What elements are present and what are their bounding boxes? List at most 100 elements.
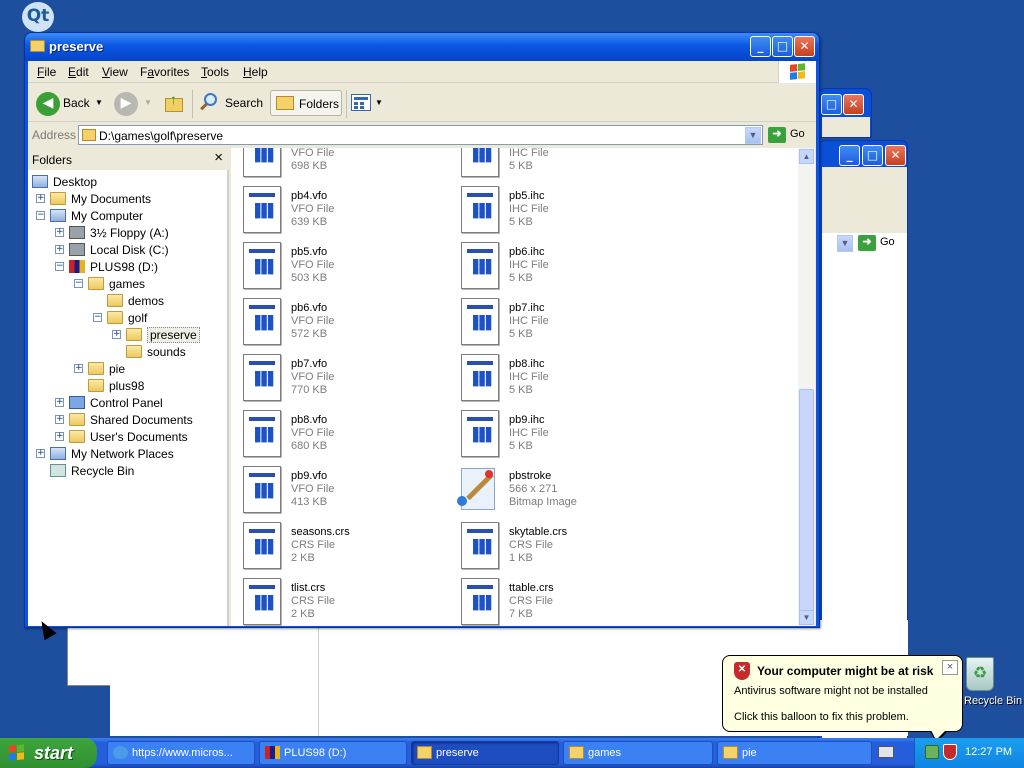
menu-file[interactable]: File: [37, 65, 56, 79]
menu-edit[interactable]: Edit: [68, 65, 89, 79]
file-item[interactable]: ■■■ ■■■ ■■■ pb9.ihc IHC File 5 KB: [451, 410, 661, 462]
file-item[interactable]: ■■■ ■■■ ■■■ VFO File 698 KB: [233, 148, 443, 182]
back-arrow-icon[interactable]: ◀: [36, 92, 60, 116]
taskbar-button[interactable]: preserve: [411, 741, 559, 765]
vertical-scrollbar[interactable]: ▲ ▼: [798, 148, 815, 626]
file-item[interactable]: ■■■ ■■■ ■■■ seasons.crs CRS File 2 KB: [233, 522, 443, 574]
tree-node[interactable]: + My Network Places: [28, 446, 228, 462]
background-window-1[interactable]: □ ✕: [818, 88, 872, 138]
menu-help[interactable]: Help: [243, 65, 268, 79]
scroll-thumb[interactable]: [799, 389, 814, 611]
file-item[interactable]: ■■■ ■■■ ■■■ pb8.ihc IHC File 5 KB: [451, 354, 661, 406]
file-item[interactable]: ■■■ ■■■ ■■■ pb9.vfo VFO File 413 KB: [233, 466, 443, 518]
tree-node[interactable]: + My Documents: [28, 191, 228, 207]
title-bar[interactable]: preserve _ □ ✕: [25, 33, 819, 61]
file-item[interactable]: ■■■ ■■■ ■■■ pb5.vfo VFO File 503 KB: [233, 242, 443, 294]
maximize-button[interactable]: □: [772, 36, 793, 57]
scroll-up-icon[interactable]: ▲: [799, 149, 814, 164]
scroll-down-icon[interactable]: ▼: [799, 610, 814, 625]
tree-node[interactable]: + Control Panel: [28, 395, 228, 411]
expand-icon[interactable]: +: [112, 330, 121, 339]
file-item[interactable]: ■■■ ■■■ ■■■ pb8.vfo VFO File 680 KB: [233, 410, 443, 462]
file-item[interactable]: ■■■ ■■■ ■■■ pb5.ihc IHC File 5 KB: [451, 186, 661, 238]
tree-node[interactable]: + Shared Documents: [28, 412, 228, 428]
security-alert-tray-icon[interactable]: [943, 744, 957, 760]
file-item[interactable]: ■■■ ■■■ ■■■ tlist.crs CRS File 2 KB: [233, 578, 443, 626]
folders-button[interactable]: Folders: [270, 90, 342, 116]
bg1-maximize-button[interactable]: □: [821, 94, 842, 115]
tree-node[interactable]: demos: [28, 293, 228, 309]
collapse-icon[interactable]: −: [36, 211, 45, 220]
desktop-recycle-bin[interactable]: ♻ Recycle Bin: [960, 655, 1022, 715]
file-item[interactable]: ■■■ ■■■ ■■■ skytable.crs CRS File 1 KB: [451, 522, 661, 574]
tree-node[interactable]: sounds: [28, 344, 228, 360]
balloon-action-text[interactable]: Click this balloon to fix this problem.: [734, 711, 909, 723]
collapse-icon[interactable]: −: [93, 313, 102, 322]
tree-node[interactable]: − golf: [28, 310, 228, 326]
close-button[interactable]: ✕: [794, 36, 815, 57]
file-item[interactable]: pbstroke 566 x 271 Bitmap Image: [451, 466, 661, 518]
tree-node[interactable]: Recycle Bin: [28, 463, 228, 479]
explorer-window[interactable]: preserve _ □ ✕ File Edit View Favorites …: [24, 32, 820, 628]
file-item[interactable]: ■■■ ■■■ ■■■ pb6.vfo VFO File 572 KB: [233, 298, 443, 350]
collapse-icon[interactable]: −: [55, 262, 64, 271]
expand-icon[interactable]: +: [55, 228, 64, 237]
forward-dropdown-icon[interactable]: ▼: [144, 90, 152, 116]
forward-arrow-icon[interactable]: ▶: [114, 92, 138, 116]
taskbar-button[interactable]: pie: [717, 741, 872, 765]
tree-node[interactable]: plus98: [28, 378, 228, 394]
search-button[interactable]: Search: [225, 90, 263, 116]
file-item[interactable]: ■■■ ■■■ ■■■ pb7.vfo VFO File 770 KB: [233, 354, 443, 406]
file-item[interactable]: ■■■ ■■■ ■■■ IHC File 5 KB: [451, 148, 661, 182]
tree-node[interactable]: − games: [28, 276, 228, 292]
go-button[interactable]: ➜ Go: [768, 127, 805, 143]
address-dropdown-icon[interactable]: ▼: [745, 127, 761, 144]
menu-view[interactable]: View: [102, 65, 128, 79]
clock[interactable]: 12:27 PM: [965, 746, 1012, 758]
bg1-close-button[interactable]: ✕: [843, 94, 864, 115]
expand-icon[interactable]: +: [74, 364, 83, 373]
tree-node[interactable]: + User's Documents: [28, 429, 228, 445]
expand-icon[interactable]: +: [55, 415, 64, 424]
back-button[interactable]: Back: [63, 90, 90, 116]
bg2-minimize-button[interactable]: _: [839, 145, 860, 166]
bg2-maximize-button[interactable]: □: [862, 145, 883, 166]
file-item[interactable]: ■■■ ■■■ ■■■ pb4.vfo VFO File 639 KB: [233, 186, 443, 238]
file-item[interactable]: ■■■ ■■■ ■■■ pb6.ihc IHC File 5 KB: [451, 242, 661, 294]
expand-icon[interactable]: +: [55, 432, 64, 441]
expand-icon[interactable]: +: [55, 398, 64, 407]
security-balloon[interactable]: ✕ Your computer might be at risk × Antiv…: [722, 655, 963, 732]
views-icon[interactable]: ▼: [351, 90, 385, 116]
file-item[interactable]: ■■■ ■■■ ■■■ pb7.ihc IHC File 5 KB: [451, 298, 661, 350]
tree-node[interactable]: Desktop: [28, 174, 228, 190]
network-tray-icon[interactable]: [925, 745, 939, 759]
expand-icon[interactable]: +: [36, 194, 45, 203]
up-folder-icon[interactable]: ↑: [163, 92, 187, 116]
expand-icon[interactable]: +: [55, 245, 64, 254]
minimize-button[interactable]: _: [750, 36, 771, 57]
collapse-icon[interactable]: −: [74, 279, 83, 288]
menu-tools[interactable]: Tools: [201, 65, 229, 79]
start-button[interactable]: start: [0, 738, 97, 768]
expand-icon[interactable]: +: [36, 449, 45, 458]
tree-node[interactable]: − PLUS98 (D:): [28, 259, 228, 275]
keyboard-icon[interactable]: [878, 746, 894, 758]
taskbar-button[interactable]: https://www.micros...: [107, 741, 255, 765]
menu-favorites[interactable]: Favorites: [140, 65, 189, 79]
tree-node[interactable]: + Local Disk (C:): [28, 242, 228, 258]
back-dropdown-icon[interactable]: ▼: [95, 90, 103, 116]
tree-node[interactable]: + pie: [28, 361, 228, 377]
bg2-close-button[interactable]: ✕: [885, 145, 906, 166]
file-item[interactable]: ■■■ ■■■ ■■■ ttable.crs CRS File 7 KB: [451, 578, 661, 626]
bg2-address-dropdown[interactable]: ▼: [837, 235, 853, 252]
qt-desktop-icon[interactable]: Qt: [22, 2, 54, 32]
tree-node[interactable]: − My Computer: [28, 208, 228, 224]
tree-node[interactable]: + preserve: [28, 327, 228, 343]
bg2-go-button[interactable]: ➜ Go: [858, 235, 895, 251]
search-icon[interactable]: [200, 90, 222, 116]
taskbar-button[interactable]: PLUS98 (D:): [259, 741, 407, 765]
tree-node[interactable]: +3½ Floppy (A:): [28, 225, 228, 241]
taskbar-button[interactable]: games: [563, 741, 713, 765]
close-icon[interactable]: ×: [942, 660, 958, 675]
close-icon[interactable]: ×: [214, 149, 223, 166]
